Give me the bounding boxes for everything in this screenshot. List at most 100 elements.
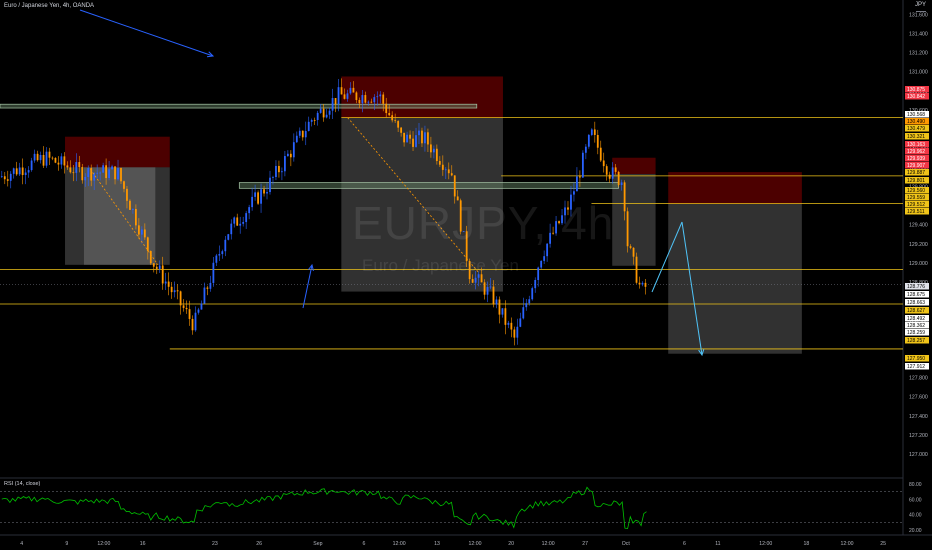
candle-body — [215, 255, 218, 263]
candle-body — [507, 322, 510, 325]
candle-body — [444, 169, 447, 171]
candle-body — [322, 108, 325, 118]
candle-body — [540, 260, 543, 268]
candle-body — [394, 120, 397, 122]
candle-body — [638, 282, 641, 285]
candle-body — [188, 309, 191, 319]
candle-body — [513, 329, 516, 338]
candle-body — [453, 175, 456, 197]
x-tick-label: 4 — [20, 541, 23, 547]
x-tick-label: 23 — [212, 541, 218, 547]
candle-body — [152, 263, 155, 267]
candle-body — [123, 181, 125, 189]
candle-body — [498, 299, 501, 315]
window-minimize-icon[interactable] — [916, 11, 926, 15]
candle-body — [534, 279, 537, 289]
y-tick-label: 127.600 — [909, 395, 928, 401]
price-label-text: 128.675 — [907, 292, 925, 298]
price-label-text: 127.912 — [907, 364, 925, 370]
candle-body — [48, 151, 51, 158]
candle-body — [355, 92, 358, 100]
candle-body — [179, 291, 182, 306]
candle-body — [111, 166, 113, 170]
candle-body — [257, 192, 259, 204]
candle-body — [69, 167, 72, 173]
candle-body — [227, 234, 230, 240]
y-tick-label: 127.400 — [909, 414, 928, 420]
candle-body — [99, 172, 102, 174]
candle-body — [81, 167, 84, 181]
candle-body — [129, 200, 131, 210]
candle-body — [254, 192, 256, 197]
candle-body — [370, 101, 373, 103]
candle-body — [519, 318, 522, 327]
candle-body — [400, 127, 403, 133]
candle-body — [364, 95, 367, 103]
x-tick-label: 12:00 — [393, 541, 406, 547]
candle-body — [501, 308, 504, 315]
candle-body — [132, 208, 134, 210]
candle-body — [236, 217, 239, 226]
candle-body — [421, 130, 423, 144]
price-label-text: 130.875 — [907, 87, 925, 93]
candle-body — [21, 167, 24, 176]
x-tick-label: 11 — [715, 541, 720, 547]
candle-body — [87, 167, 90, 177]
y-tick-label: 131.200 — [909, 51, 928, 57]
candle-body — [629, 246, 632, 248]
candle-body — [310, 119, 313, 122]
x-tick-label: 20 — [508, 541, 514, 547]
candle-body — [319, 108, 322, 113]
candle-body — [492, 286, 495, 305]
candle-body — [281, 171, 283, 173]
candle-body — [75, 162, 78, 173]
candle-body — [164, 281, 167, 284]
candle-body — [275, 165, 277, 177]
x-tick-label: 12:00 — [841, 541, 854, 547]
candle-body — [531, 288, 534, 300]
price-label-text: 130.321 — [907, 134, 925, 140]
candle-body — [298, 130, 301, 136]
candle-body — [373, 97, 376, 103]
y-tick-label: 129.200 — [909, 242, 928, 248]
candle-body — [0, 176, 3, 178]
candle-body — [632, 247, 635, 257]
candle-body — [352, 87, 355, 93]
rsi-indicator-label: RSI (14, close) — [4, 481, 41, 487]
y-tick-label: 129.000 — [909, 261, 928, 267]
candle-body — [617, 171, 620, 185]
candle-body — [573, 191, 575, 195]
candle-body — [388, 113, 391, 116]
candle-body — [602, 160, 605, 167]
candle-body — [435, 148, 438, 162]
candle-body — [51, 157, 54, 159]
price-label-text: 130.568 — [907, 112, 925, 118]
x-tick-label: 6 — [362, 541, 365, 547]
candle-body — [197, 309, 200, 313]
candle-body — [245, 213, 248, 223]
y-tick-label: 127.200 — [909, 433, 928, 439]
y-tick-label: 129.400 — [909, 223, 928, 229]
candle-body — [221, 251, 224, 255]
candle-body — [626, 211, 629, 247]
candle-body — [57, 162, 60, 165]
candle-body — [266, 192, 268, 194]
x-tick-label: 18 — [803, 541, 809, 547]
chart-title: Euro / Japanese Yen, 4h, OANDA — [4, 3, 95, 9]
y-tick-label: 127.800 — [909, 376, 928, 382]
candle-body — [54, 158, 57, 163]
candle-body — [18, 167, 21, 175]
candle-body — [516, 326, 519, 338]
x-tick-label: 26 — [256, 541, 262, 547]
candle-body — [590, 129, 593, 135]
candle-body — [33, 153, 36, 161]
candle-body — [397, 121, 400, 128]
candle-body — [39, 154, 42, 161]
candle-body — [161, 265, 164, 284]
candle-body — [114, 166, 116, 180]
candle-body — [379, 94, 382, 97]
candle-body — [537, 267, 540, 280]
candle-body — [24, 172, 27, 176]
candle-body — [272, 176, 274, 178]
candle-body — [200, 303, 203, 310]
